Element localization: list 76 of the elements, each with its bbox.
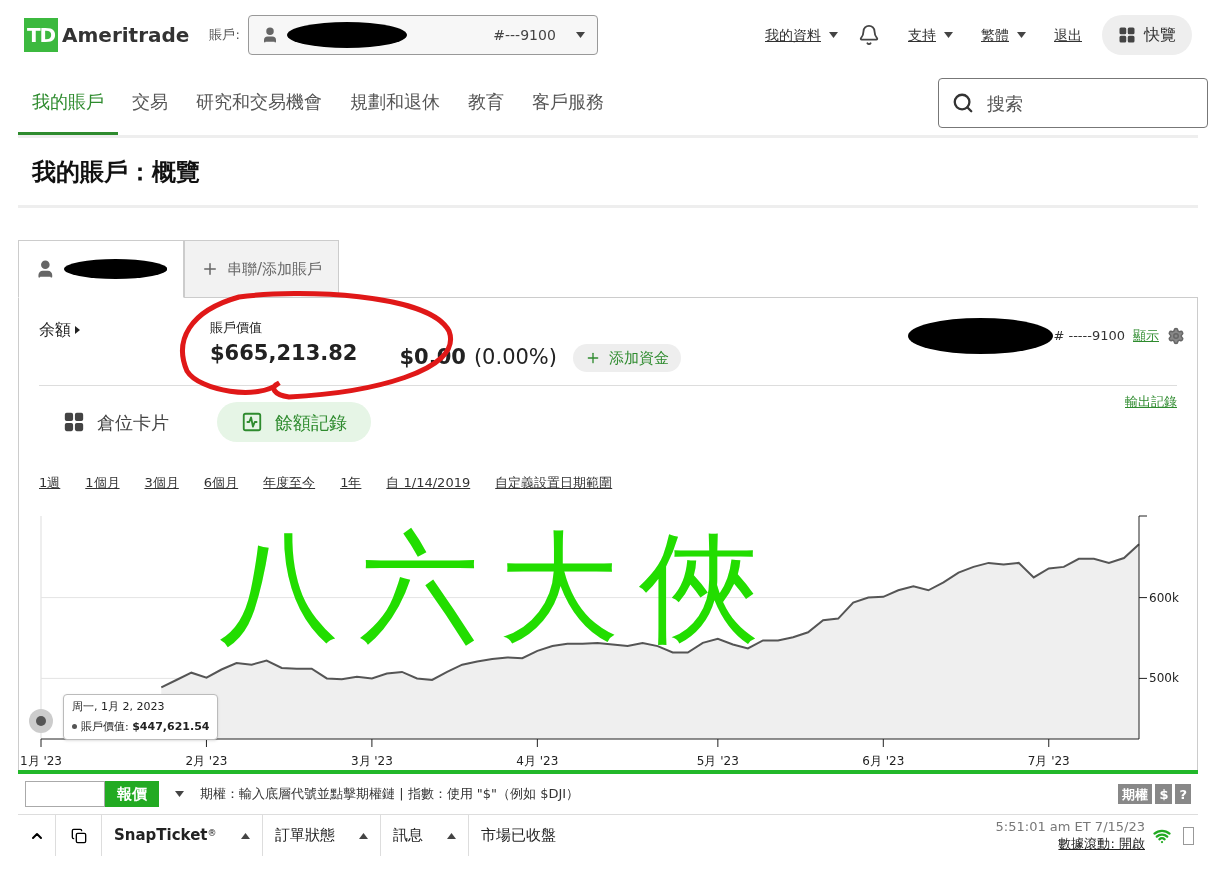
page-title: 我的賬戶：概覽 xyxy=(32,156,200,188)
account-label: 賬戶: xyxy=(209,26,240,45)
header-link[interactable]: 繁體 xyxy=(981,24,1009,46)
caret-icon xyxy=(75,326,80,334)
header-link[interactable]: 我的資料 xyxy=(765,24,821,46)
nav-tab[interactable]: 客戶服務 xyxy=(518,70,618,135)
panel-tab[interactable]: 訂單狀態 xyxy=(274,824,335,847)
notification-bell-icon[interactable] xyxy=(858,24,880,46)
symbol-field[interactable] xyxy=(25,781,105,807)
nav-tab[interactable]: 我的賬戶 xyxy=(18,70,118,135)
chart-icon xyxy=(241,411,263,433)
bullet-icon xyxy=(72,724,77,730)
nav-tab[interactable]: 教育 xyxy=(454,70,518,135)
caret-icon xyxy=(175,791,184,797)
x-axis-label: 3月 '23 xyxy=(350,754,393,768)
nav-tab[interactable]: 規劃和退休 xyxy=(336,70,454,135)
caret-icon xyxy=(446,832,456,839)
header-link[interactable]: 支持 xyxy=(908,24,936,46)
caret-icon xyxy=(240,832,250,839)
tooltip-date: 周一, 1月 2, 2023 xyxy=(72,699,166,715)
y-axis-label: 500k xyxy=(1149,671,1179,686)
caret-icon xyxy=(575,32,585,38)
panel-tab[interactable]: 訊息 xyxy=(392,824,423,847)
header-link[interactable]: 退出 xyxy=(1054,24,1082,46)
range-link[interactable]: 年度至今 xyxy=(263,473,316,493)
view-toggle[interactable]: 餘額記錄 xyxy=(217,402,371,442)
timestamp: 5:51:01 am ET 7/15/23 xyxy=(995,819,1145,836)
tool-button[interactable]: ? xyxy=(1175,784,1191,804)
x-axis-label: 7月 '23 xyxy=(1027,754,1070,768)
view-toggle[interactable]: 倉位卡片 xyxy=(39,402,193,442)
windows-icon xyxy=(70,827,87,844)
nav-tab[interactable]: 研究和交易機會 xyxy=(182,70,336,135)
logo-text: Ameritrade xyxy=(62,22,190,49)
y-axis-label: 600k xyxy=(1149,590,1179,605)
account-value: $665,213.82 xyxy=(210,339,358,367)
range-link[interactable]: 自 1/14/2019 xyxy=(386,473,471,493)
range-link[interactable]: 1週 xyxy=(39,473,61,493)
search-field[interactable]: 搜索 xyxy=(938,78,1208,128)
add-account-tab[interactable]: 串聯/添加賬戶 xyxy=(184,240,340,298)
data-point-marker xyxy=(29,709,53,733)
streaming-link[interactable]: 數據滾動: 開啟 xyxy=(1058,835,1145,852)
quick-view-button[interactable]: 快覽 xyxy=(1102,15,1192,55)
show-link[interactable]: 顯示 xyxy=(1133,326,1159,346)
account-tab[interactable] xyxy=(18,240,184,298)
settings-icon[interactable] xyxy=(1167,327,1185,345)
range-link[interactable]: 6個月 xyxy=(203,473,239,493)
x-axis-label: 4月 '23 xyxy=(516,754,559,768)
tooltip-value: 賬戶價值: $447,621.54 xyxy=(81,718,210,735)
range-link[interactable]: 自定義設置日期範圍 xyxy=(495,473,613,493)
x-axis-label: 2月 '23 xyxy=(185,754,228,768)
plus-icon xyxy=(201,260,219,278)
search-icon xyxy=(952,92,974,114)
tool-button[interactable]: $ xyxy=(1155,784,1173,804)
add-funds-button[interactable]: 添加資金 xyxy=(573,343,681,372)
tool-button[interactable]: 期權 xyxy=(1118,784,1153,804)
handwritten-annotation: 八六大俠 xyxy=(219,528,779,648)
scrollbar[interactable] xyxy=(1183,826,1194,845)
x-axis-label: 5月 '23 xyxy=(696,754,739,768)
market-status: 市場已收盤 xyxy=(480,825,556,847)
account-number: # -----9100 xyxy=(1053,327,1125,346)
account-select[interactable]: #---9100 xyxy=(247,15,598,55)
grid-icon xyxy=(1118,26,1136,44)
nav-tab[interactable]: 交易 xyxy=(118,70,182,135)
change-percent: (0.00%) xyxy=(473,344,557,371)
x-axis-label: 6月 '23 xyxy=(862,754,905,768)
x-axis-label: 1月 '23 xyxy=(20,754,62,768)
range-link[interactable]: 1年 xyxy=(340,473,362,493)
caret-icon xyxy=(358,832,368,839)
account-value-label: 賬戶價值 xyxy=(210,319,263,337)
range-link[interactable]: 3個月 xyxy=(144,473,179,493)
balance-label[interactable]: 余額 xyxy=(39,318,71,342)
grid-icon xyxy=(63,411,85,433)
range-link[interactable]: 1個月 xyxy=(85,473,120,493)
export-link[interactable]: 輸出記錄 xyxy=(1125,392,1177,412)
panel-tab[interactable]: SnapTicket$^{®}$ xyxy=(114,824,217,847)
hint-text: 期權：輸入底層代號並點擊期權鏈 | 指數：使用 "$"（例如 $DJI） xyxy=(200,785,580,804)
